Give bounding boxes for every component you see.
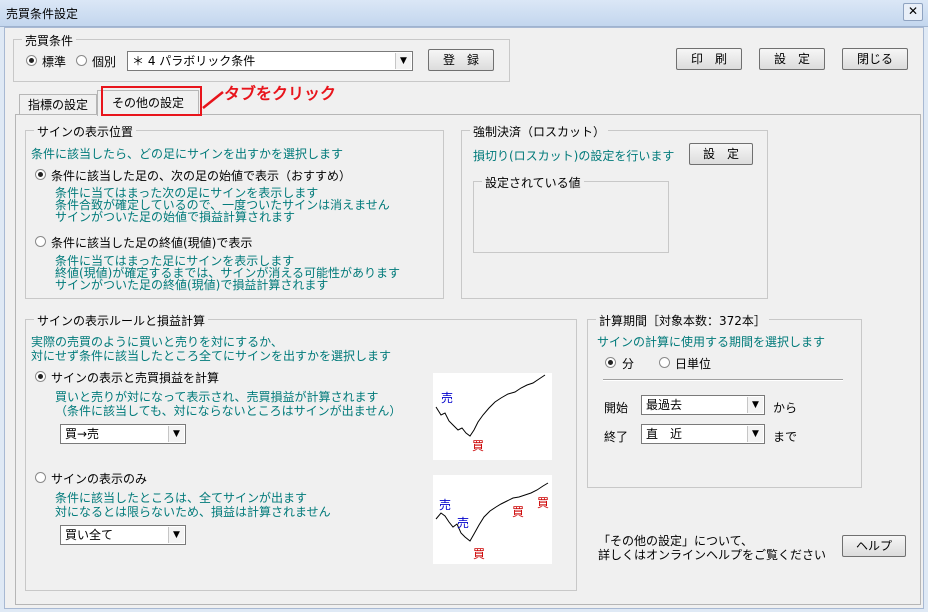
chevron-down-icon[interactable]: ▼ xyxy=(168,527,184,543)
radio-close-price[interactable] xyxy=(35,236,46,247)
all-buy-select[interactable]: 買い全て ▼ xyxy=(60,525,186,545)
chevron-down-icon[interactable]: ▼ xyxy=(747,397,763,413)
close-icon[interactable]: ✕ xyxy=(903,3,923,21)
help-button[interactable]: ヘルプ xyxy=(842,535,906,557)
radio-minute[interactable] xyxy=(605,357,616,368)
window-title: 売買条件設定 xyxy=(6,7,79,21)
radio-day-label: 日単位 xyxy=(675,357,712,371)
radio-day[interactable] xyxy=(659,357,670,368)
current-values-group: 設定されている値 xyxy=(473,174,669,253)
print-button[interactable]: 印 刷 xyxy=(676,48,742,70)
radio-individual[interactable] xyxy=(76,55,87,66)
annotation-text: タブをクリック xyxy=(224,84,337,103)
sign-rule-legend: サインの表示ルールと損益計算 xyxy=(34,312,209,329)
chevron-down-icon[interactable]: ▼ xyxy=(747,426,763,442)
pair-mode-value: 買→売 xyxy=(65,427,100,441)
radio-next-open-label: 条件に該当した足の、次の足の始値で表示（おすすめ） xyxy=(51,169,352,183)
end-select[interactable]: 直 近 ▼ xyxy=(641,424,765,444)
buy-sell-condition-legend: 売買条件 xyxy=(22,32,77,49)
sign-position-legend: サインの表示位置 xyxy=(34,123,137,140)
sign-only-chart-buy-3: 買 xyxy=(537,496,550,510)
dialog-client: 売買条件 標準 個別 ＊ 4 パラボリック条件 ▼ 登 録 印 刷 設 定 閉じ… xyxy=(4,27,924,609)
radio-minute-label: 分 xyxy=(622,357,635,371)
sign-only-chart: 売 売 買 買 買 xyxy=(433,475,552,564)
start-select-value: 最過去 xyxy=(646,398,683,412)
annotation-pointer xyxy=(202,91,224,109)
sign-only-chart-buy-2: 買 xyxy=(512,505,525,519)
forced-settlement-description: 損切り(ロスカット)の設定を行います xyxy=(473,149,675,163)
sign-only-chart-sell-1: 売 xyxy=(439,498,452,512)
period-divider xyxy=(603,379,843,381)
start-select[interactable]: 最過去 ▼ xyxy=(641,395,765,415)
pair-mode-select[interactable]: 買→売 ▼ xyxy=(60,424,186,444)
top-settings-button[interactable]: 設 定 xyxy=(759,48,825,70)
radio-next-open[interactable] xyxy=(35,169,46,180)
paired-sign-chart-line xyxy=(435,374,546,437)
sign-rule-desc-2: 対にせず条件に該当したところ全てにサインを出すかを選択します xyxy=(31,349,392,363)
end-label: 終了 xyxy=(604,430,629,444)
close-price-desc-3: サインがついた足の終値(現値)で損益計算されます xyxy=(55,278,329,292)
close-button[interactable]: 閉じる xyxy=(842,48,908,70)
other-settings-panel: サインの表示位置 条件に該当したら、どの足にサインを出すかを選択します 条件に該… xyxy=(15,114,921,605)
losscut-settings-button[interactable]: 設 定 xyxy=(689,143,753,165)
forced-settlement-group: 強制決済（ロスカット） 損切り(ロスカット)の設定を行います 設 定 設定されて… xyxy=(461,123,768,299)
sign-only-chart-buy-1: 買 xyxy=(473,547,486,561)
all-buy-value: 買い全て xyxy=(65,528,114,542)
paired-chart-buy-label: 買 xyxy=(472,439,485,453)
sign-position-group: サインの表示位置 条件に該当したら、どの足にサインを出すかを選択します 条件に該… xyxy=(25,123,444,299)
to-suffix: まで xyxy=(773,430,798,444)
paired-chart-sell-label: 売 xyxy=(441,391,454,405)
radio-standard[interactable] xyxy=(26,55,37,66)
condition-select-value: ＊ 4 パラボリック条件 xyxy=(132,54,256,68)
radio-sign-only-label: サインの表示のみ xyxy=(51,472,148,486)
chevron-down-icon[interactable]: ▼ xyxy=(168,426,184,442)
buy-sell-condition-group: 売買条件 標準 個別 ＊ 4 パラボリック条件 ▼ 登 録 xyxy=(13,32,510,82)
condition-select[interactable]: ＊ 4 パラボリック条件 ▼ xyxy=(127,51,413,71)
radio-sign-only[interactable] xyxy=(35,472,46,483)
radio-close-price-label: 条件に該当した足の終値(現値)で表示 xyxy=(51,236,253,250)
sign-only-chart-line xyxy=(435,482,549,542)
start-label: 開始 xyxy=(604,401,629,415)
radio-sign-and-pnl-label: サインの表示と売買損益を計算 xyxy=(51,371,220,385)
help-text-2: 詳しくはオンラインヘルプをご覧ください xyxy=(598,548,827,562)
sign-position-description: 条件に該当したら、どの足にサインを出すかを選択します xyxy=(31,147,344,161)
title-bar: 売買条件設定 ✕ xyxy=(0,0,928,27)
next-open-desc-3: サインがついた足の始値で損益計算されます xyxy=(55,210,296,224)
sign-only-desc-2: 対になるとは限らないため、損益は計算されません xyxy=(55,505,331,519)
calc-period-legend: 計算期間［対象本数：372本］ xyxy=(596,312,769,329)
end-select-value: 直 近 xyxy=(646,427,683,441)
radio-sign-and-pnl[interactable] xyxy=(35,371,46,382)
chevron-down-icon[interactable]: ▼ xyxy=(395,53,411,69)
radio-individual-label: 個別 xyxy=(92,55,117,69)
tab-indicator-settings[interactable]: 指標の設定 xyxy=(19,94,97,115)
sign-and-pnl-desc-2: （条件に該当しても、対にならないところはサインが出ません） xyxy=(55,404,402,418)
register-button[interactable]: 登 録 xyxy=(428,49,494,71)
current-values-legend: 設定されている値 xyxy=(482,174,584,191)
from-suffix: から xyxy=(773,401,798,415)
tab-highlight-box xyxy=(101,86,202,116)
sign-only-chart-sell-2: 売 xyxy=(457,516,470,530)
radio-standard-label: 標準 xyxy=(42,55,67,69)
calc-period-description: サインの計算に使用する期間を選択します xyxy=(597,335,826,349)
sign-rule-group: サインの表示ルールと損益計算 実際の売買のように買いと売りを対にするか、 対にせ… xyxy=(25,312,577,591)
calc-period-group: 計算期間［対象本数：372本］ サインの計算に使用する期間を選択します 分 日単… xyxy=(587,312,862,488)
forced-settlement-legend: 強制決済（ロスカット） xyxy=(470,123,609,140)
paired-sign-chart: 売 買 xyxy=(433,373,552,460)
